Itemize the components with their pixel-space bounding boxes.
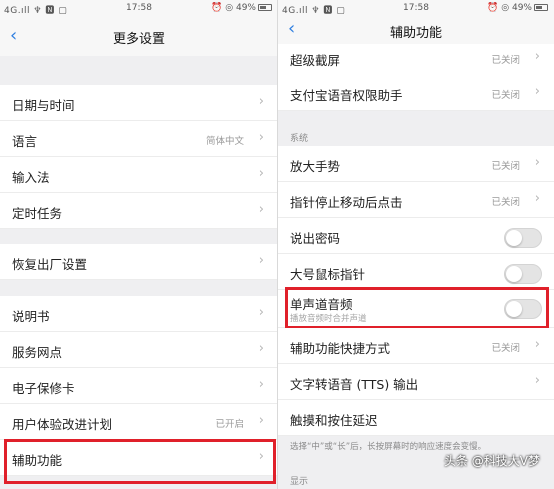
item-value: 已关闭 [491, 197, 520, 208]
page-title: 辅助功能 [389, 26, 442, 41]
large-pointer-toggle[interactable] [504, 264, 542, 284]
list-item-accessibility-shortcut[interactable]: 辅助功能快捷方式 已关闭 › [278, 328, 554, 364]
page-title: 更多设置 [112, 32, 165, 47]
item-value: 简体中文 [205, 136, 244, 147]
item-label: 文字转语音 (TTS) 输出 [290, 377, 419, 392]
chevron-right-icon: › [534, 191, 540, 206]
item-label: 定时任务 [12, 206, 63, 221]
chevron-right-icon: › [258, 449, 264, 464]
chevron-right-icon: › [258, 94, 264, 109]
watermark: 头条 @科技大V梦 [443, 454, 540, 468]
item-label: 触摸和按住延迟 [290, 413, 378, 428]
item-label: 放大手势 [290, 159, 341, 174]
list-item-touch-hold-delay[interactable]: 触摸和按住延迟 [278, 400, 554, 436]
chevron-right-icon: › [258, 202, 264, 217]
list-item-accessibility[interactable]: 辅助功能 › [0, 440, 278, 476]
toggle-knob [506, 266, 522, 282]
chevron-right-icon: › [258, 413, 264, 428]
status-right: ⏰ ◎ 49% [211, 3, 272, 13]
chevron-right-icon: › [258, 377, 264, 392]
status-bar: 4G.ıll ♆ 🅽 ▢ 17:58 ⏰ ◎ 49% [0, 0, 278, 18]
item-value: 已开启 [215, 419, 244, 430]
status-bar: 4G.ıll ♆ 🅽 ▢ 17:58 ⏰ ◎ 49% [278, 0, 554, 18]
item-label: 说明书 [12, 309, 50, 324]
status-right: ⏰ ◎ 49% [487, 3, 548, 13]
list-item-date-time[interactable]: 日期与时间 › [0, 85, 278, 121]
chevron-right-icon: › [258, 253, 264, 268]
section-header-system: 系统 [290, 134, 309, 144]
item-label: 辅助功能 [12, 453, 63, 468]
section-header-display: 显示 [290, 477, 309, 487]
list-item-magnification[interactable]: 放大手势 已关闭 › [278, 146, 554, 182]
speak-passwords-toggle[interactable] [504, 228, 542, 248]
list-item-large-pointer: 大号鼠标指针 [278, 254, 554, 290]
battery-icon [258, 4, 272, 11]
item-label: 输入法 [12, 170, 50, 185]
toggle-knob [506, 230, 522, 246]
toggle-knob [506, 301, 522, 317]
item-subtitle: 播放音频时合并声道 [290, 314, 367, 324]
mono-audio-toggle[interactable] [504, 299, 542, 319]
item-label: 指针停止移动后点击 [290, 195, 403, 210]
chevron-right-icon: › [534, 49, 540, 64]
chevron-right-icon: › [258, 166, 264, 181]
item-value: 已关闭 [491, 90, 520, 101]
accessibility-screen: 超级截屏 已关闭 › 支付宝语音权限助手 已关闭 › 4G.ıll ♆ 🅽 ▢ … [278, 0, 554, 489]
list-item-language[interactable]: 语言 简体中文 › [0, 121, 278, 157]
list-item-input-method[interactable]: 输入法 › [0, 157, 278, 193]
item-label: 辅助功能快捷方式 [290, 341, 391, 356]
item-value: 已关闭 [491, 161, 520, 172]
battery-percent: ⏰ ◎ 49% [487, 3, 532, 13]
list-item-manual[interactable]: 说明书 › [0, 296, 278, 332]
battery-percent: ⏰ ◎ 49% [211, 3, 256, 13]
list-item-warranty-card[interactable]: 电子保修卡 › [0, 368, 278, 404]
item-label: 说出密码 [290, 231, 341, 246]
chevron-right-icon: › [258, 341, 264, 356]
item-value: 已关闭 [491, 55, 520, 66]
item-label: 电子保修卡 [12, 381, 75, 396]
list-item-super-screenshot[interactable]: 超级截屏 已关闭 › [278, 40, 554, 76]
item-label: 服务网点 [12, 345, 63, 360]
list-item-alipay-voice[interactable]: 支付宝语音权限助手 已关闭 › [278, 75, 554, 111]
list-item-service-points[interactable]: 服务网点 › [0, 332, 278, 368]
item-label: 恢复出厂设置 [12, 257, 88, 272]
list-item-experience-program[interactable]: 用户体验改进计划 已开启 › [0, 404, 278, 440]
chevron-right-icon: › [534, 337, 540, 352]
list-item-tts-output[interactable]: 文字转语音 (TTS) 输出 › [278, 364, 554, 400]
list-item-factory-reset[interactable]: 恢复出厂设置 › [0, 244, 278, 280]
battery-icon [534, 4, 548, 11]
nav-bar: ‹ 辅助功能 [278, 18, 554, 44]
item-label: 日期与时间 [12, 98, 75, 113]
delay-note: 选择“中”或“长”后，长按屏幕时的响应速度会变慢。 [290, 442, 487, 452]
item-label: 支付宝语音权限助手 [290, 88, 403, 103]
list-item-dwell-click[interactable]: 指针停止移动后点击 已关闭 › [278, 182, 554, 218]
item-label: 大号鼠标指针 [290, 267, 366, 282]
more-settings-screen: 4G.ıll ♆ 🅽 ▢ 17:58 ⏰ ◎ 49% ‹ 更多设置 日期与时间 … [0, 0, 278, 489]
list-item-scheduled-tasks[interactable]: 定时任务 › [0, 193, 278, 229]
list-item-mono-audio: 单声道音频 播放音频时合并声道 [278, 290, 554, 328]
chevron-right-icon: › [534, 155, 540, 170]
chevron-right-icon: › [258, 130, 264, 145]
chevron-right-icon: › [258, 305, 264, 320]
chevron-right-icon: › [534, 84, 540, 99]
list-item-speak-passwords: 说出密码 [278, 218, 554, 254]
item-value: 已关闭 [491, 343, 520, 354]
item-label: 超级截屏 [290, 53, 341, 68]
item-label: 用户体验改进计划 [12, 417, 113, 432]
item-label: 语言 [12, 134, 38, 149]
item-label: 单声道音频 [290, 297, 353, 312]
chevron-right-icon: › [534, 373, 540, 388]
nav-bar: ‹ 更多设置 [0, 18, 278, 56]
